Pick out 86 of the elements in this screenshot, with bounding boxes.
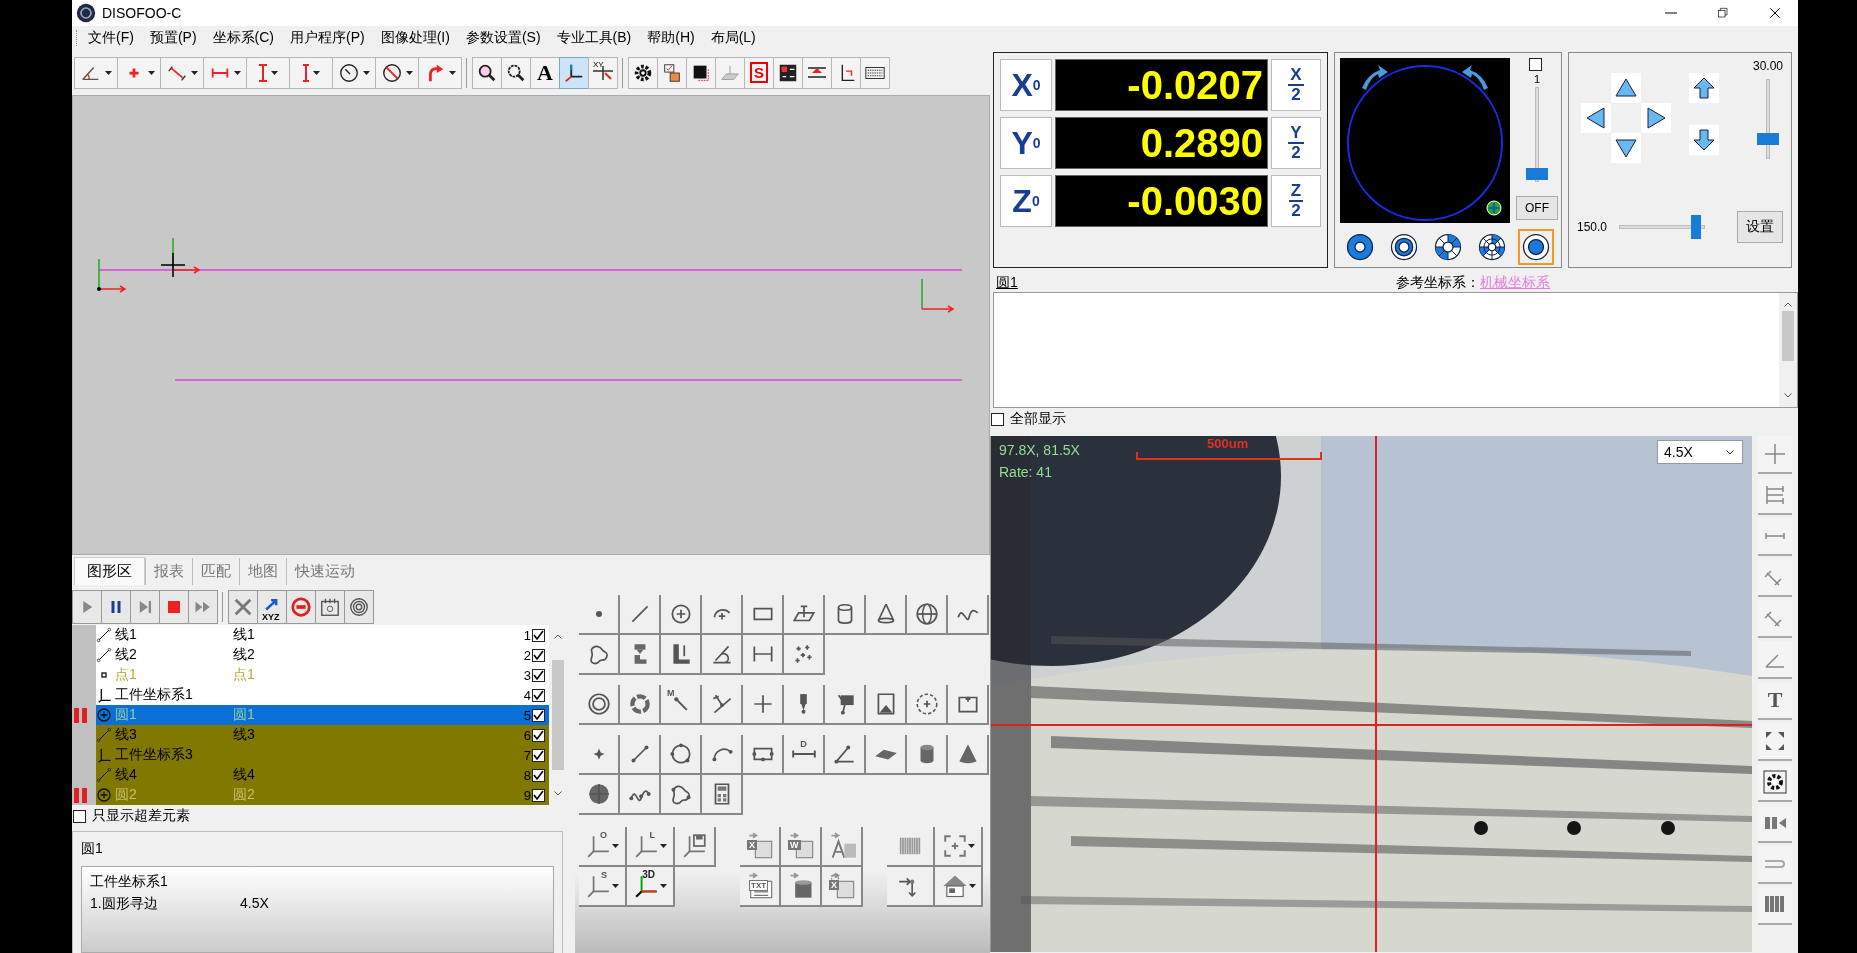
tool-button[interactable]: S [744,56,774,89]
speed-value: 30.00 [1752,59,1783,73]
element-name: 线2 [115,646,138,664]
element-reference: 线4 [233,766,256,784]
menu-item[interactable]: 专业工具(B) [548,29,640,47]
tool-button[interactable]: S [579,867,627,907]
halve-button[interactable]: X 2 [1271,59,1321,111]
element-name: 圆1 [996,274,1019,292]
element-name: 圆1 [115,706,138,724]
scale-label: 500um [1207,437,1249,451]
element-name: 工件坐标系3 [115,746,193,764]
element-reference: 圆2 [233,786,256,804]
element-name: 点1 [115,666,138,684]
element-reference: 线3 [233,726,256,744]
light-toggle-button[interactable]: OFF [1516,196,1558,220]
settings-button[interactable]: 设置 [1737,211,1783,243]
row-number: 4 [522,687,531,703]
row-number: 9 [522,787,531,803]
menu-item[interactable]: 布局(L) [702,29,764,47]
details-text: 1.圆形寻边 [90,895,159,913]
checkbox-label: 只显示超差元素 [92,807,190,825]
element-row[interactable]: 线3 线3 6 [96,725,549,745]
details-text: 工件坐标系1 [90,873,169,891]
export-button[interactable]: X [740,827,781,867]
element-row[interactable]: 线4 线4 8 [96,765,549,785]
tool-button[interactable]: XY [588,56,618,89]
element-row[interactable]: 工件坐标系3 7 [96,745,549,765]
row-number: 5 [522,707,531,723]
menu-item[interactable]: 预置(P) [141,29,205,47]
element-reference: 线1 [233,626,256,644]
details-title: 圆1 [81,840,104,858]
export-button[interactable]: TXT [740,867,781,907]
row-number: 7 [522,747,531,763]
row-number: 3 [522,667,531,683]
tab[interactable]: 快速运动 [286,558,363,585]
element-name: 工件坐标系1 [115,686,193,704]
tab[interactable]: 图形区 [74,557,145,585]
element-name: 线4 [115,766,138,784]
tool-button[interactable]: A [530,56,560,89]
menu-item[interactable]: 用户程序(P) [282,29,373,47]
tool-button[interactable]: D [784,735,825,775]
menu-item[interactable]: 参数设置(S) [457,29,549,47]
tab[interactable]: 报表 [145,558,192,585]
export-button[interactable]: W [781,827,822,867]
reference-label: 参考坐标系： [1396,274,1480,292]
element-reference: 点1 [233,666,256,684]
step-value: 150.0 [1577,220,1608,234]
row-number: 1 [522,627,531,643]
tool-button[interactable]: 3D [627,867,675,907]
halve-button[interactable]: Z 2 [1271,175,1321,227]
tool-button[interactable]: M [661,685,702,725]
coordinate-display: -0.0207 [1055,59,1268,111]
row-number: 8 [522,767,531,783]
element-row[interactable]: 线1 线1 1 [96,625,549,645]
element-name: 圆2 [115,786,138,804]
menu-item[interactable]: 文件(F) [80,29,142,47]
element-reference: 线2 [233,646,256,664]
menu-item[interactable]: 帮助(H) [639,29,703,47]
row-number: 2 [522,647,531,663]
menu-item[interactable]: 坐标系(C) [204,29,282,47]
window-title: DISOFOO-C [102,5,183,21]
coordinate-display: -0.0030 [1055,175,1268,227]
coordinate-display: 0.2890 [1055,117,1268,169]
checkbox-label: 全部显示 [1010,410,1066,428]
element-reference: 圆1 [233,706,256,724]
details-value: 4.5X [240,895,269,913]
menu-item[interactable]: 图像处理(I) [372,29,458,47]
element-row[interactable]: 工件坐标系1 4 [96,685,549,705]
tab[interactable]: 匹配 [192,558,239,585]
element-name: 线3 [115,726,138,744]
row-number: 6 [522,727,531,743]
export-button[interactable]: X [822,867,863,907]
magnification-text: 97.8X, 81.5X [999,442,1080,458]
move-button[interactable]: XYZ [257,590,287,624]
tool-button[interactable]: L [627,827,675,867]
zoom-dropdown[interactable]: 4.5X [1657,440,1743,464]
element-row[interactable]: 线2 线2 2 [96,645,549,665]
frame-rate-text: Rate: 41 [999,464,1052,480]
channel-number: 1 [1533,73,1541,85]
element-row[interactable]: 点1 点1 3 [96,665,549,685]
tool-button[interactable]: O [579,827,627,867]
tab[interactable]: 地图 [239,558,286,585]
text-tool-button[interactable]: T [1758,682,1792,720]
element-name: 线1 [115,626,138,644]
zoom-value: 4.5X [1664,444,1693,460]
halve-button[interactable]: Y 2 [1271,117,1321,169]
